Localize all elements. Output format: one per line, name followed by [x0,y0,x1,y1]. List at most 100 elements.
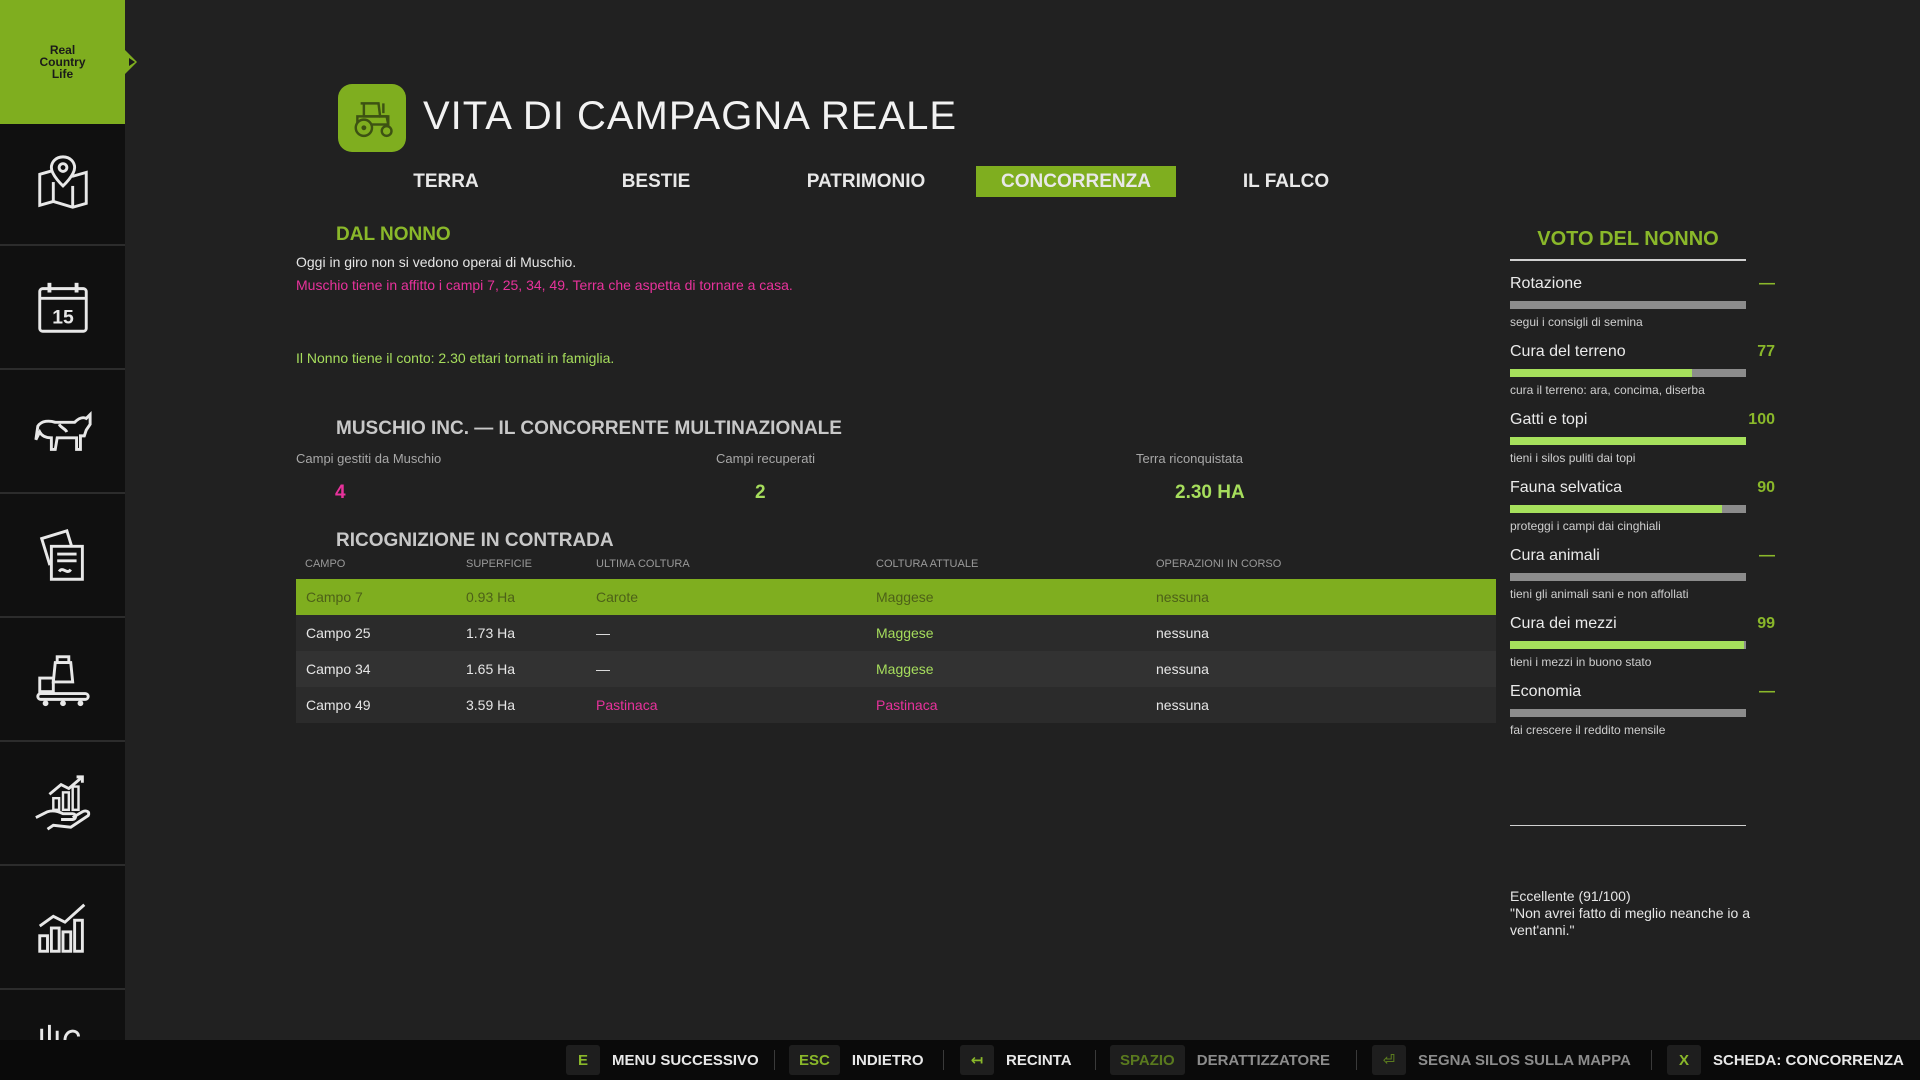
table-row[interactable]: Campo 49 3.59 Ha Pastinaca Pastinaca nes… [296,687,1496,723]
cell-operazioni: nessuna [1156,697,1209,713]
sidebar-item-documents[interactable] [0,496,125,618]
score-label: Gatti e topi [1510,411,1588,428]
score-value: 90 [1757,479,1775,496]
sidebar-item-production[interactable] [0,620,125,742]
key-enter: ⏎ [1372,1045,1406,1075]
cell-superficie: 1.65 Ha [466,661,516,677]
cell-attuale: Maggese [876,589,934,605]
tab-bestie[interactable]: BESTIE [556,166,756,197]
hint-separator [1651,1050,1652,1070]
column-header-ultima: ULTIMA COLTURA [596,558,690,570]
hint-separator [943,1050,944,1070]
logo-text: Real Country Life [39,43,86,81]
key-esc: ESC [789,1045,840,1075]
key-space: SPAZIO [1110,1045,1185,1075]
bar-chart-icon [37,903,85,953]
nonno-title: DAL NONNO [336,224,451,245]
score-cura-terreno: Cura del terreno 77 cura il terreno: ara… [1510,343,1775,411]
score-gatti-topi: Gatti e topi 100 tieni i silos puliti da… [1510,411,1775,479]
hint-back[interactable]: ESC INDIETRO [789,1040,924,1080]
page-title: VITA DI CAMPAGNA REALE [423,94,957,138]
key-tab: ↤ [960,1045,994,1075]
score-label: Cura del terreno [1510,343,1626,360]
hint-separator [1356,1050,1357,1070]
voto-divider [1510,259,1746,261]
score-label: Economia [1510,683,1582,700]
score-cura-animali: Cura animali — tieni gli animali sani e … [1510,547,1775,615]
calendar-day: 15 [52,307,74,329]
hint-label: MENU SUCCESSIVO [612,1051,759,1069]
header-icon [338,84,406,152]
cell-ultima: Pastinaca [596,697,658,713]
sidebar-item-more[interactable] [0,992,125,1040]
score-hint: fai crescere il reddito mensile [1510,723,1666,737]
score-hint: tieni gli animali sani e non affollati [1510,587,1689,601]
hint-tab-card[interactable]: X SCHEDA: CONCORRENZA [1667,1040,1904,1080]
key-e: E [566,1045,600,1075]
score-hint: segui i consigli di semina [1510,315,1643,329]
sidebar-item-finance[interactable] [0,744,125,866]
sidebar-item-statistics[interactable] [0,868,125,990]
cow-icon [33,411,92,451]
score-bar [1510,505,1746,513]
cell-campo: Campo 25 [306,625,371,641]
muschio-title: MUSCHIO INC. — IL CONCORRENTE MULTINAZIO… [336,418,842,439]
hint-label: SCHEDA: CONCORRENZA [1713,1051,1904,1069]
production-icon [35,655,90,707]
more-icon [39,1024,80,1040]
score-hint: cura il terreno: ara, concima, diserba [1510,383,1705,397]
expand-arrow-icon[interactable] [129,58,135,66]
hint-separator [1095,1050,1096,1070]
calendar-icon: 15 [37,282,88,333]
cell-superficie: 3.59 Ha [466,697,516,713]
map-pin-icon [37,155,88,209]
score-hint: tieni i silos puliti dai topi [1510,451,1636,465]
cell-operazioni: nessuna [1156,625,1209,641]
score-bar [1510,369,1746,377]
voto-title: VOTO DEL NONNO [1537,228,1719,250]
stat-value-recuperati: 2 [755,482,766,503]
score-economia: Economia — fai crescere il reddito mensi… [1510,683,1775,751]
column-header-operazioni: OPERAZIONI IN CORSO [1156,558,1282,570]
score-fill [1510,437,1746,445]
column-header-campo: CAMPO [305,558,346,570]
verdict-quote: "Non avrei fatto di meglio neanche io a … [1510,905,1751,938]
ricognizione-title: RICOGNIZIONE IN CONTRADA [336,530,614,551]
hint-next-menu[interactable]: E MENU SUCCESSIVO [566,1040,759,1080]
table-row[interactable]: Campo 25 1.73 Ha — Maggese nessuna [296,615,1496,651]
hint-label: INDIETRO [851,1051,924,1069]
tab-concorrenza[interactable]: CONCORRENZA [976,166,1176,197]
column-header-attuale: COLTURA ATTUALE [876,558,979,570]
stat-value-riconquistata: 2.30 HA [1175,482,1245,503]
score-label: Fauna selvatica [1510,479,1623,496]
sidebar-item-calendar[interactable]: 15 [0,248,125,370]
score-value: — [1759,547,1775,564]
score-value: — [1759,683,1775,700]
hint-rat-trap[interactable]: SPAZIO DERATTIZZATORE [1110,1040,1330,1080]
cell-superficie: 0.93 Ha [466,589,516,605]
table-row[interactable]: Campo 34 1.65 Ha — Maggese nessuna [296,651,1496,687]
hint-mark-silos[interactable]: ⏎ SEGNA SILOS SULLA MAPPA [1372,1040,1631,1080]
app-logo[interactable]: Real Country Life [0,0,125,124]
score-fauna-selvatica: Fauna selvatica 90 proteggi i campi dai … [1510,479,1775,547]
score-hint: proteggi i campi dai cinghiali [1510,519,1661,533]
sidebar-item-map[interactable] [0,124,125,246]
cell-attuale: Pastinaca [876,697,938,713]
tab-terra[interactable]: TERRA [346,166,546,197]
cell-attuale: Maggese [876,625,934,641]
score-bar [1510,641,1746,649]
hint-fence[interactable]: ↤ RECINTA [960,1040,1072,1080]
score-value: 77 [1757,343,1775,360]
cell-campo: Campo 34 [306,661,371,677]
stat-label-gestiti: Campi gestiti da Muschio [296,451,442,466]
score-value: — [1759,275,1775,292]
table-row[interactable]: Campo 7 0.93 Ha Carote Maggese nessuna [296,579,1496,615]
cell-ultima: — [596,625,610,641]
tab-il-falco[interactable]: IL FALCO [1186,166,1386,197]
cell-attuale: Maggese [876,661,934,677]
documents-icon [39,528,84,581]
tab-patrimonio[interactable]: PATRIMONIO [766,166,966,197]
verdict: Eccellente (91/100) "Non avrei fatto di … [1510,888,1755,939]
cell-superficie: 1.73 Ha [466,625,516,641]
sidebar-item-animals[interactable] [0,372,125,494]
